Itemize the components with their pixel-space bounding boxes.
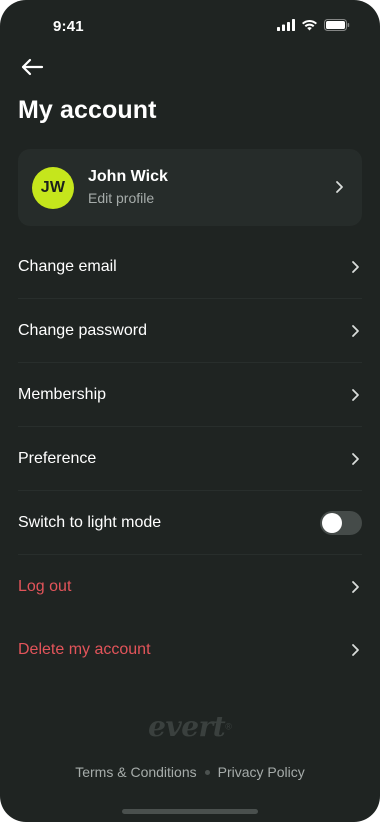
settings-menu: Change email Change password Membership … bbox=[18, 235, 362, 681]
toggle-knob bbox=[322, 512, 342, 533]
menu-item-label: Switch to light mode bbox=[18, 513, 162, 531]
menu-item-delete-account[interactable]: Delete my account bbox=[18, 618, 362, 681]
page-title: My account bbox=[18, 96, 157, 124]
profile-name: John Wick bbox=[88, 168, 168, 185]
wifi-icon bbox=[301, 19, 318, 31]
menu-item-label: Change email bbox=[18, 257, 117, 275]
menu-item-label: Log out bbox=[18, 577, 72, 595]
back-button[interactable] bbox=[16, 54, 48, 84]
menu-item-label: Membership bbox=[18, 385, 107, 403]
registered-mark: ® bbox=[225, 721, 232, 732]
light-mode-toggle[interactable] bbox=[320, 510, 362, 535]
chevron-right-icon bbox=[352, 452, 359, 465]
battery-icon bbox=[324, 19, 350, 31]
menu-item-change-email[interactable]: Change email bbox=[18, 235, 362, 299]
terms-link[interactable]: Terms & Conditions bbox=[75, 764, 196, 780]
chevron-right-icon bbox=[334, 180, 344, 199]
status-bar: 9:41 bbox=[0, 0, 380, 52]
menu-item-label: Delete my account bbox=[18, 640, 151, 658]
signal-icon bbox=[277, 19, 295, 31]
menu-item-membership[interactable]: Membership bbox=[18, 363, 362, 427]
menu-item-preference[interactable]: Preference bbox=[18, 427, 362, 491]
privacy-link[interactable]: Privacy Policy bbox=[218, 764, 305, 780]
arrow-left-icon bbox=[20, 58, 44, 81]
status-time: 9:41 bbox=[53, 18, 84, 35]
chevron-right-icon bbox=[352, 580, 359, 593]
menu-item-change-password[interactable]: Change password bbox=[18, 299, 362, 363]
separator-dot bbox=[204, 769, 210, 775]
brand-wordmark: evert bbox=[148, 710, 226, 743]
brand-logo: evert® bbox=[0, 710, 380, 743]
menu-item-label: Change password bbox=[18, 321, 147, 339]
status-icons bbox=[277, 19, 350, 31]
chevron-right-icon bbox=[352, 388, 359, 401]
menu-item-log-out[interactable]: Log out bbox=[18, 555, 362, 618]
home-indicator[interactable] bbox=[122, 809, 258, 814]
chevron-right-icon bbox=[352, 260, 359, 273]
edit-profile-label: Edit profile bbox=[88, 190, 155, 206]
footer-links: Terms & Conditions Privacy Policy bbox=[0, 764, 380, 780]
menu-item-label: Preference bbox=[18, 449, 97, 467]
chevron-right-icon bbox=[352, 324, 359, 337]
menu-item-light-mode: Switch to light mode bbox=[18, 491, 362, 555]
profile-card[interactable]: JW John Wick Edit profile bbox=[18, 149, 362, 226]
avatar: JW bbox=[32, 167, 74, 209]
phone-screen: 9:41 My account JW John Wick Edit profil… bbox=[0, 0, 380, 822]
chevron-right-icon bbox=[352, 643, 359, 656]
